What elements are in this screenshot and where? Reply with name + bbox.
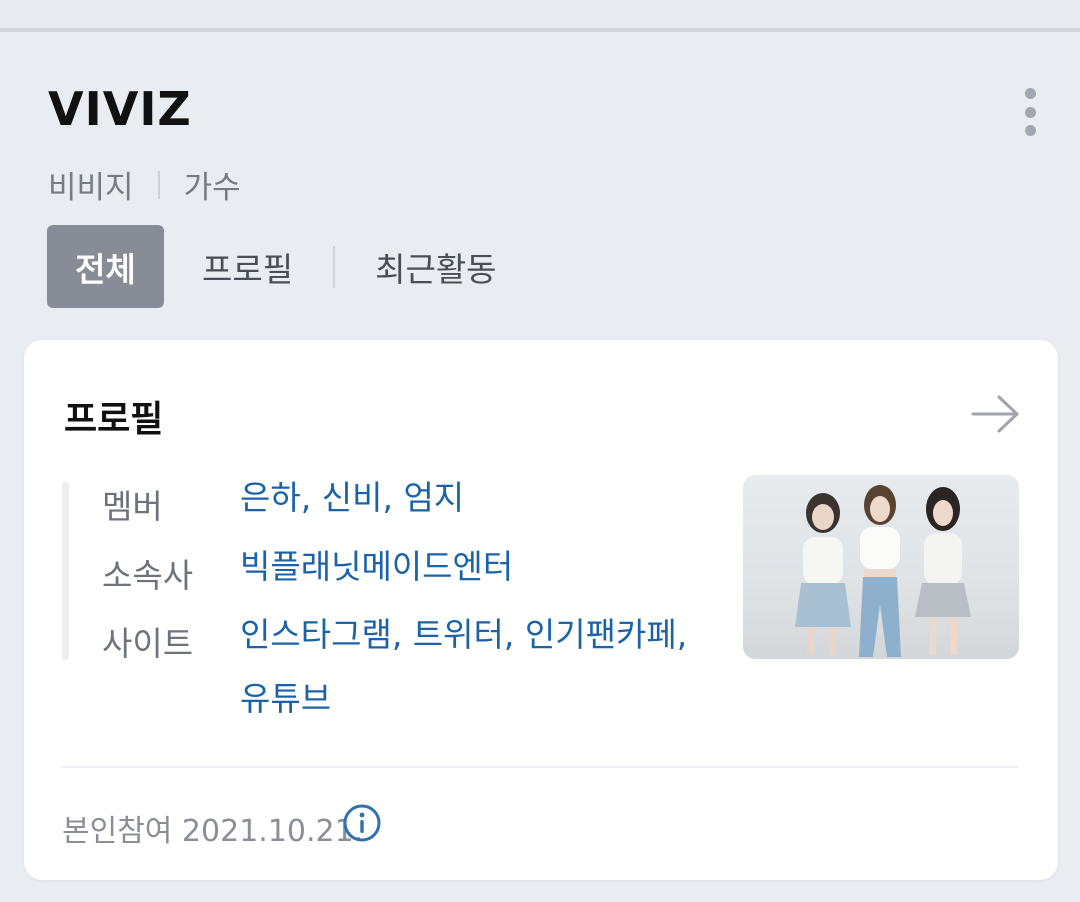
group-photo[interactable]: [743, 475, 1019, 659]
more-vertical-icon: [1024, 88, 1036, 99]
info-icon[interactable]: [342, 803, 382, 843]
info-left-bar: [62, 482, 69, 660]
subtitle: 비비지 가수: [48, 162, 241, 207]
agency-link[interactable]: 빅플래닛메이드엔터: [240, 547, 513, 586]
tab-profile[interactable]: 프로필: [202, 243, 293, 291]
member-row: 멤버 은하, 신비, 엄지: [102, 478, 700, 530]
tab-all[interactable]: 전체: [47, 225, 164, 308]
page-title: VIVIZ: [48, 82, 192, 136]
site-row: 사이트 인스타그램, 트위터, 인기팬카페, 유튜브: [102, 615, 700, 731]
site-link-twitter[interactable]: 트위터: [413, 615, 504, 654]
member-link[interactable]: 엄지: [403, 478, 464, 517]
tab-separator: [333, 245, 336, 288]
top-strip: [0, 0, 1080, 32]
agency-values: 빅플래닛메이드엔터: [240, 535, 700, 599]
member-label: 멤버: [102, 487, 163, 526]
site-label: 사이트: [102, 624, 194, 663]
tab-recent-activity[interactable]: 최근활동: [375, 243, 496, 291]
subtitle-category: 가수: [183, 170, 241, 206]
arrow-right-icon[interactable]: [970, 392, 1022, 436]
profile-card-title: 프로필: [64, 399, 164, 440]
participation-date: 본인참여 2021.10.21.: [62, 814, 364, 849]
site-link-youtube[interactable]: 유튜브: [240, 679, 331, 718]
more-options-button[interactable]: [1012, 84, 1048, 140]
member-link[interactable]: 신비: [322, 478, 383, 517]
subtitle-separator: [157, 170, 160, 199]
tab-bar: 전체 프로필 최근활동: [47, 225, 497, 308]
profile-card: 프로필 멤버 은하, 신비, 엄지 소속사 빅플래닛메이드엔터 사이트 인스타그…: [24, 340, 1058, 880]
card-divider: [62, 766, 1019, 768]
agency-row: 소속사 빅플래닛메이드엔터: [102, 547, 700, 599]
site-values: 인스타그램, 트위터, 인기팬카페, 유튜브: [240, 615, 688, 718]
agency-label: 소속사: [102, 556, 194, 595]
member-values: 은하, 신비, 엄지: [240, 478, 465, 517]
site-link-fancafe[interactable]: 인기팬카페: [525, 615, 677, 654]
more-dot: [1024, 125, 1036, 136]
more-dot: [1024, 106, 1036, 118]
site-link-instagram[interactable]: 인스타그램: [240, 615, 392, 654]
subtitle-name: 비비지: [48, 170, 134, 206]
member-link[interactable]: 은하: [240, 478, 301, 517]
group-photo-illustration: [795, 485, 971, 657]
